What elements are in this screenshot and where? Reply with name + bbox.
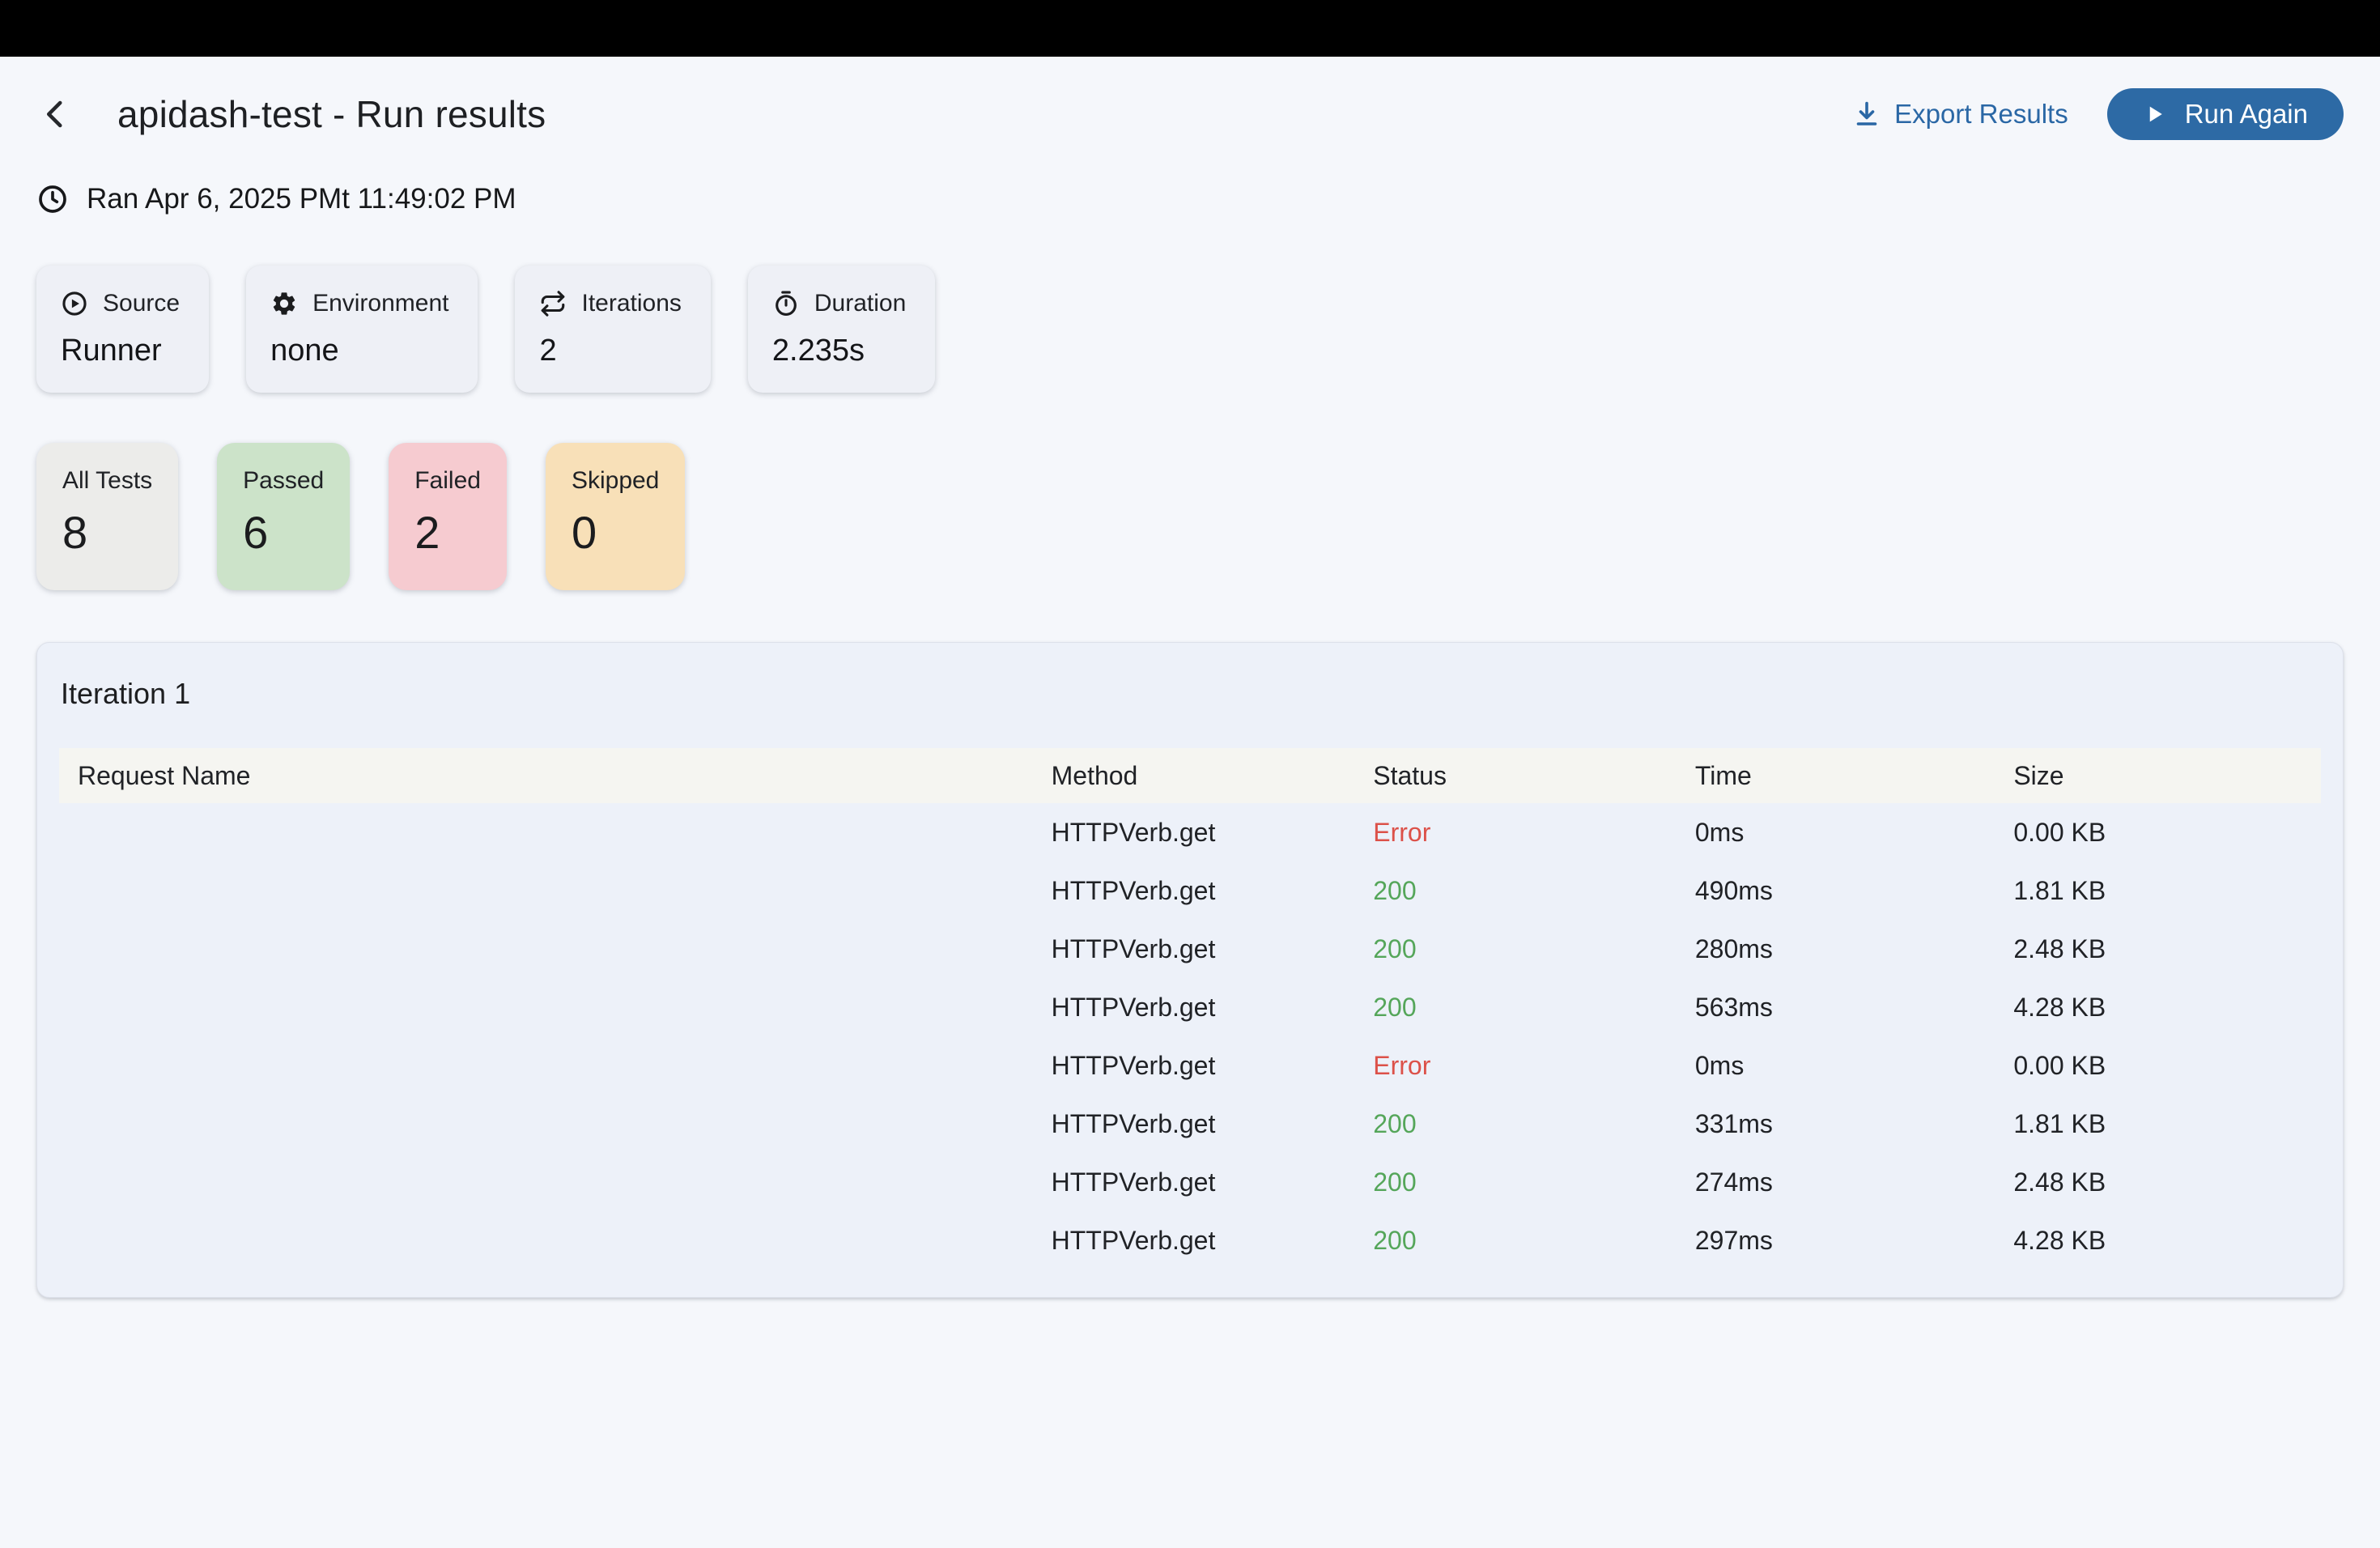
play-icon [2143, 102, 2167, 126]
summary-card-label: Skipped [572, 467, 659, 495]
info-card-value: none [270, 334, 448, 368]
summary-card-value: 6 [243, 506, 324, 559]
back-button[interactable] [36, 95, 75, 134]
run-timestamp-text: Ran Apr 6, 2025 PMt 11:49:02 PM [87, 183, 516, 215]
info-card-value: 2.235s [772, 334, 906, 368]
cell-size: 4.28 KB [2013, 1226, 2321, 1256]
cell-size: 4.28 KB [2013, 993, 2321, 1023]
info-card-label: Duration [814, 290, 906, 317]
cell-method: HTTPVerb.get [1052, 934, 1374, 964]
cell-size: 1.81 KB [2013, 876, 2321, 906]
cell-size: 0.00 KB [2013, 818, 2321, 848]
download-icon [1852, 100, 1881, 129]
cell-time: 490ms [1695, 876, 2013, 906]
table-row[interactable]: HTTPVerb.get 200 490ms 1.81 KB [59, 861, 2321, 920]
cell-method: HTTPVerb.get [1052, 1167, 1374, 1197]
cell-time: 280ms [1695, 934, 2013, 964]
play-circle-icon [61, 290, 88, 317]
clock-icon [36, 183, 69, 215]
cell-time: 563ms [1695, 993, 2013, 1023]
stopwatch-icon [772, 290, 800, 317]
cell-time: 331ms [1695, 1109, 2013, 1139]
table-row[interactable]: HTTPVerb.get Error 0ms 0.00 KB [59, 1036, 2321, 1095]
summary-card-value: 0 [572, 506, 659, 559]
column-header-method: Method [1052, 761, 1374, 791]
table-body: HTTPVerb.get Error 0ms 0.00 KB HTTPVerb.… [59, 803, 2321, 1269]
cell-time: 274ms [1695, 1167, 2013, 1197]
gear-icon [270, 290, 298, 317]
page-header: apidash-test - Run results Export Result… [36, 87, 2344, 141]
cell-size: 1.81 KB [2013, 1109, 2321, 1139]
export-results-button[interactable]: Export Results [1852, 99, 2068, 130]
info-card-environment: Environment none [246, 266, 478, 393]
table-row[interactable]: HTTPVerb.get 200 280ms 2.48 KB [59, 920, 2321, 978]
info-card-duration: Duration 2.235s [748, 266, 935, 393]
cell-status: 200 [1373, 993, 1695, 1023]
cell-status: 200 [1373, 1109, 1695, 1139]
page-title: apidash-test - Run results [117, 92, 546, 136]
page-content: apidash-test - Run results Export Result… [0, 87, 2380, 1298]
run-info-cards: Source Runner Environment none Iteration… [36, 266, 2344, 393]
info-card-label: Iterations [581, 290, 681, 317]
cell-status: 200 [1373, 1167, 1695, 1197]
info-card-label: Environment [312, 290, 448, 317]
column-header-size: Size [2013, 761, 2321, 791]
cell-size: 2.48 KB [2013, 1167, 2321, 1197]
cell-status: 200 [1373, 876, 1695, 906]
cell-method: HTTPVerb.get [1052, 818, 1374, 848]
summary-card-label: All Tests [62, 467, 152, 495]
results-table: Request Name Method Status Time Size HTT… [59, 748, 2321, 1269]
chevron-left-icon [39, 97, 73, 131]
cell-method: HTTPVerb.get [1052, 876, 1374, 906]
cell-method: HTTPVerb.get [1052, 1109, 1374, 1139]
top-black-bar [0, 0, 2380, 57]
table-row[interactable]: HTTPVerb.get 200 297ms 4.28 KB [59, 1211, 2321, 1269]
summary-card-skipped[interactable]: Skipped 0 [546, 443, 685, 590]
cell-status: 200 [1373, 934, 1695, 964]
info-card-value: Runner [61, 334, 180, 368]
summary-cards: All Tests 8 Passed 6 Failed 2 Skipped 0 [36, 443, 2344, 590]
run-timestamp: Ran Apr 6, 2025 PMt 11:49:02 PM [36, 183, 2344, 215]
table-row[interactable]: HTTPVerb.get 200 331ms 1.81 KB [59, 1095, 2321, 1153]
cell-method: HTTPVerb.get [1052, 993, 1374, 1023]
column-header-status: Status [1373, 761, 1695, 791]
cell-method: HTTPVerb.get [1052, 1226, 1374, 1256]
column-header-time: Time [1695, 761, 2013, 791]
summary-card-label: Passed [243, 467, 324, 495]
cell-time: 0ms [1695, 818, 2013, 848]
cell-status: Error [1373, 818, 1695, 848]
run-again-button[interactable]: Run Again [2107, 88, 2344, 140]
summary-card-passed[interactable]: Passed 6 [217, 443, 350, 590]
table-row[interactable]: HTTPVerb.get Error 0ms 0.00 KB [59, 803, 2321, 861]
run-again-label: Run Again [2185, 99, 2308, 130]
info-card-value: 2 [539, 334, 681, 368]
repeat-icon [539, 290, 567, 317]
summary-card-label: Failed [414, 467, 481, 495]
summary-card-value: 2 [414, 506, 481, 559]
summary-card-value: 8 [62, 506, 152, 559]
info-card-source: Source Runner [36, 266, 209, 393]
export-results-label: Export Results [1894, 99, 2068, 130]
table-row[interactable]: HTTPVerb.get 200 274ms 2.48 KB [59, 1153, 2321, 1211]
info-card-iterations: Iterations 2 [515, 266, 710, 393]
cell-status: Error [1373, 1051, 1695, 1081]
cell-size: 0.00 KB [2013, 1051, 2321, 1081]
iteration-results-panel: Iteration 1 Request Name Method Status T… [36, 642, 2344, 1298]
info-card-label: Source [103, 290, 180, 317]
iteration-title: Iteration 1 [61, 677, 2321, 711]
summary-card-all-tests[interactable]: All Tests 8 [36, 443, 178, 590]
cell-size: 2.48 KB [2013, 934, 2321, 964]
table-header-row: Request Name Method Status Time Size [59, 748, 2321, 803]
summary-card-failed[interactable]: Failed 2 [389, 443, 507, 590]
header-actions: Export Results Run Again [1852, 88, 2344, 140]
cell-time: 297ms [1695, 1226, 2013, 1256]
cell-status: 200 [1373, 1226, 1695, 1256]
column-header-request-name: Request Name [78, 761, 1052, 791]
cell-method: HTTPVerb.get [1052, 1051, 1374, 1081]
cell-time: 0ms [1695, 1051, 2013, 1081]
table-row[interactable]: HTTPVerb.get 200 563ms 4.28 KB [59, 978, 2321, 1036]
